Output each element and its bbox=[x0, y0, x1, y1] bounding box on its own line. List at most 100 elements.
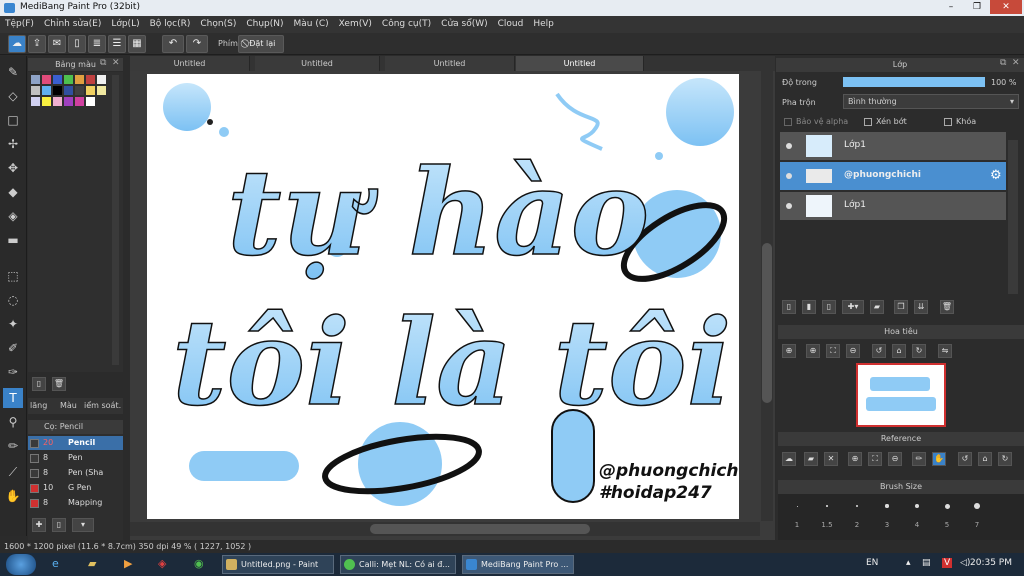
explorer-icon[interactable]: ▰ bbox=[88, 557, 96, 570]
brush-item[interactable]: 20 Pencil bbox=[28, 436, 123, 450]
select-tool-icon[interactable]: ⬚ bbox=[3, 266, 23, 286]
tab-lang[interactable]: lăng bbox=[30, 401, 47, 410]
color-swatch[interactable] bbox=[64, 75, 73, 84]
move-tool-icon[interactable]: ✥ bbox=[3, 158, 23, 178]
menu-layer[interactable]: Lớp(L) bbox=[106, 16, 144, 33]
opacity-slider[interactable] bbox=[843, 77, 985, 87]
visibility-icon[interactable] bbox=[786, 143, 792, 149]
color-swatch[interactable] bbox=[53, 97, 62, 106]
horizontal-scrollbar[interactable] bbox=[130, 522, 760, 536]
fit-icon[interactable]: ⛶ bbox=[826, 344, 840, 358]
menu-select[interactable]: Chọn(S) bbox=[195, 16, 241, 33]
dot-tool-icon[interactable]: ✢ bbox=[3, 134, 23, 154]
zoom-in-icon[interactable]: ⊕ bbox=[806, 344, 820, 358]
new-layer-1bit-icon[interactable]: ▯ bbox=[822, 300, 836, 314]
menu-file[interactable]: Tệp(F) bbox=[0, 16, 39, 33]
add-halftone-icon[interactable]: ✚▾ bbox=[842, 300, 864, 314]
new-layer-icon[interactable]: ▯ bbox=[782, 300, 796, 314]
color-swatch[interactable] bbox=[97, 86, 106, 95]
color-swatch[interactable] bbox=[42, 97, 51, 106]
select-pen-icon[interactable]: ✐ bbox=[3, 338, 23, 358]
horizontal-scroll-thumb[interactable] bbox=[370, 524, 590, 534]
color-swatch[interactable] bbox=[53, 75, 62, 84]
menu-cloud[interactable]: Cloud bbox=[493, 16, 529, 33]
grid-icon[interactable]: ▦ bbox=[128, 35, 146, 53]
menu-view[interactable]: Xem(V) bbox=[334, 16, 377, 33]
rotate-left-icon[interactable]: ↺ bbox=[958, 452, 972, 466]
layer-item-selected[interactable]: @phuongchichi ⚙ bbox=[780, 162, 1006, 190]
panel-close-icon[interactable]: ✕ bbox=[1012, 58, 1020, 68]
brush-size-option[interactable]: 5 bbox=[932, 518, 962, 532]
cloud-icon[interactable]: ☁ bbox=[8, 35, 26, 53]
media-icon[interactable]: ▶ bbox=[124, 557, 132, 570]
close-icon[interactable]: ✕ bbox=[824, 452, 838, 466]
copy-brush-icon[interactable]: ▯ bbox=[52, 518, 66, 532]
color-swatch[interactable] bbox=[53, 86, 62, 95]
rotate-right-icon[interactable]: ↻ bbox=[998, 452, 1012, 466]
tab-color[interactable]: Màu bbox=[60, 401, 77, 410]
flip-icon[interactable]: ⇋ bbox=[938, 344, 952, 358]
layer-item[interactable]: Lớp1 bbox=[780, 192, 1006, 220]
reset-view-icon[interactable]: ⌂ bbox=[892, 344, 906, 358]
chat-icon[interactable]: ✉ bbox=[48, 35, 66, 53]
color-swatch[interactable] bbox=[64, 86, 73, 95]
menu-help[interactable]: Help bbox=[528, 16, 559, 33]
brush-size-option[interactable]: 2 bbox=[842, 518, 872, 532]
undo-icon[interactable]: ↶ bbox=[162, 35, 184, 53]
tray-arrow-icon[interactable]: ▴ bbox=[906, 558, 911, 568]
open-cloud-icon[interactable]: ☁ bbox=[782, 452, 796, 466]
task-medibang[interactable]: MediBang Paint Pro ... bbox=[462, 555, 574, 574]
navigator-preview[interactable] bbox=[856, 363, 946, 427]
color-swatch[interactable] bbox=[64, 97, 73, 106]
doc-tab-2[interactable]: Untitled bbox=[255, 56, 380, 71]
color-swatch[interactable] bbox=[75, 86, 84, 95]
alpha-lock-checkbox[interactable] bbox=[784, 118, 792, 126]
merge-layer-icon[interactable]: ⇊ bbox=[914, 300, 928, 314]
delete-color-icon[interactable]: 🗑 bbox=[52, 377, 66, 391]
fit-icon[interactable]: ⛶ bbox=[868, 452, 882, 466]
maximize-button[interactable]: ❐ bbox=[964, 0, 990, 14]
new-file-icon[interactable]: ▯ bbox=[68, 35, 86, 53]
add-color-icon[interactable]: ▯ bbox=[32, 377, 46, 391]
text-tool-icon[interactable]: T bbox=[3, 388, 23, 408]
color-swatch[interactable] bbox=[42, 75, 51, 84]
lock-checkbox[interactable] bbox=[944, 118, 952, 126]
color-swatch[interactable] bbox=[86, 86, 95, 95]
color-swatch[interactable] bbox=[31, 97, 40, 106]
color-swatch[interactable] bbox=[86, 97, 95, 106]
brush-size-option[interactable]: 1.5 bbox=[812, 518, 842, 532]
reset-view-icon[interactable]: ⌂ bbox=[978, 452, 992, 466]
ie-icon[interactable]: e bbox=[52, 557, 59, 570]
menu-tools[interactable]: Công cụ(T) bbox=[377, 16, 436, 33]
v-app-icon[interactable]: V bbox=[942, 558, 953, 568]
palette-scrollbar[interactable] bbox=[112, 75, 119, 365]
doc-tab-1[interactable]: Untitled bbox=[130, 56, 250, 71]
shape-tool-icon[interactable]: ◆ bbox=[3, 182, 23, 202]
visibility-icon[interactable] bbox=[786, 173, 792, 179]
color-swatch[interactable] bbox=[42, 86, 51, 95]
brush-size-option[interactable]: 1 bbox=[782, 518, 812, 532]
visibility-icon[interactable] bbox=[786, 203, 792, 209]
reset-button[interactable]: ⃠ Đặt lại bbox=[238, 35, 284, 53]
rotate-right-icon[interactable]: ↻ bbox=[912, 344, 926, 358]
rotate-left-icon[interactable]: ↺ bbox=[872, 344, 886, 358]
redo-icon[interactable]: ↷ bbox=[186, 35, 208, 53]
drawing-canvas[interactable]: tự hào tôi là tôi @phuongchichi #hoidap2… bbox=[147, 74, 746, 519]
color-swatch[interactable] bbox=[75, 75, 84, 84]
zoom-out-icon[interactable]: ⊖ bbox=[846, 344, 860, 358]
panel-close-icon[interactable]: ✕ bbox=[112, 58, 120, 68]
close-button[interactable]: ✕ bbox=[990, 0, 1022, 14]
new-layer-8bit-icon[interactable]: ▮ bbox=[802, 300, 816, 314]
layer-scrollbar[interactable] bbox=[1008, 140, 1018, 294]
blend-select[interactable]: Bình thường ▾ bbox=[843, 94, 1019, 109]
app-icon-taskbar[interactable]: ◈ bbox=[158, 557, 166, 570]
color-swatch[interactable] bbox=[31, 86, 40, 95]
document-icon[interactable]: ≣ bbox=[88, 35, 106, 53]
brush-tool-icon[interactable]: ✎ bbox=[3, 62, 23, 82]
eyedropper-icon[interactable]: ✏ bbox=[912, 452, 926, 466]
layer-item[interactable]: Lớp1 bbox=[780, 132, 1006, 160]
zoom-in-icon[interactable]: ⊕ bbox=[782, 344, 796, 358]
color-swatch[interactable] bbox=[75, 97, 84, 106]
rectangle-tool-icon[interactable]: □ bbox=[3, 110, 23, 130]
pen-tool-icon[interactable]: ⟋ bbox=[3, 462, 23, 482]
